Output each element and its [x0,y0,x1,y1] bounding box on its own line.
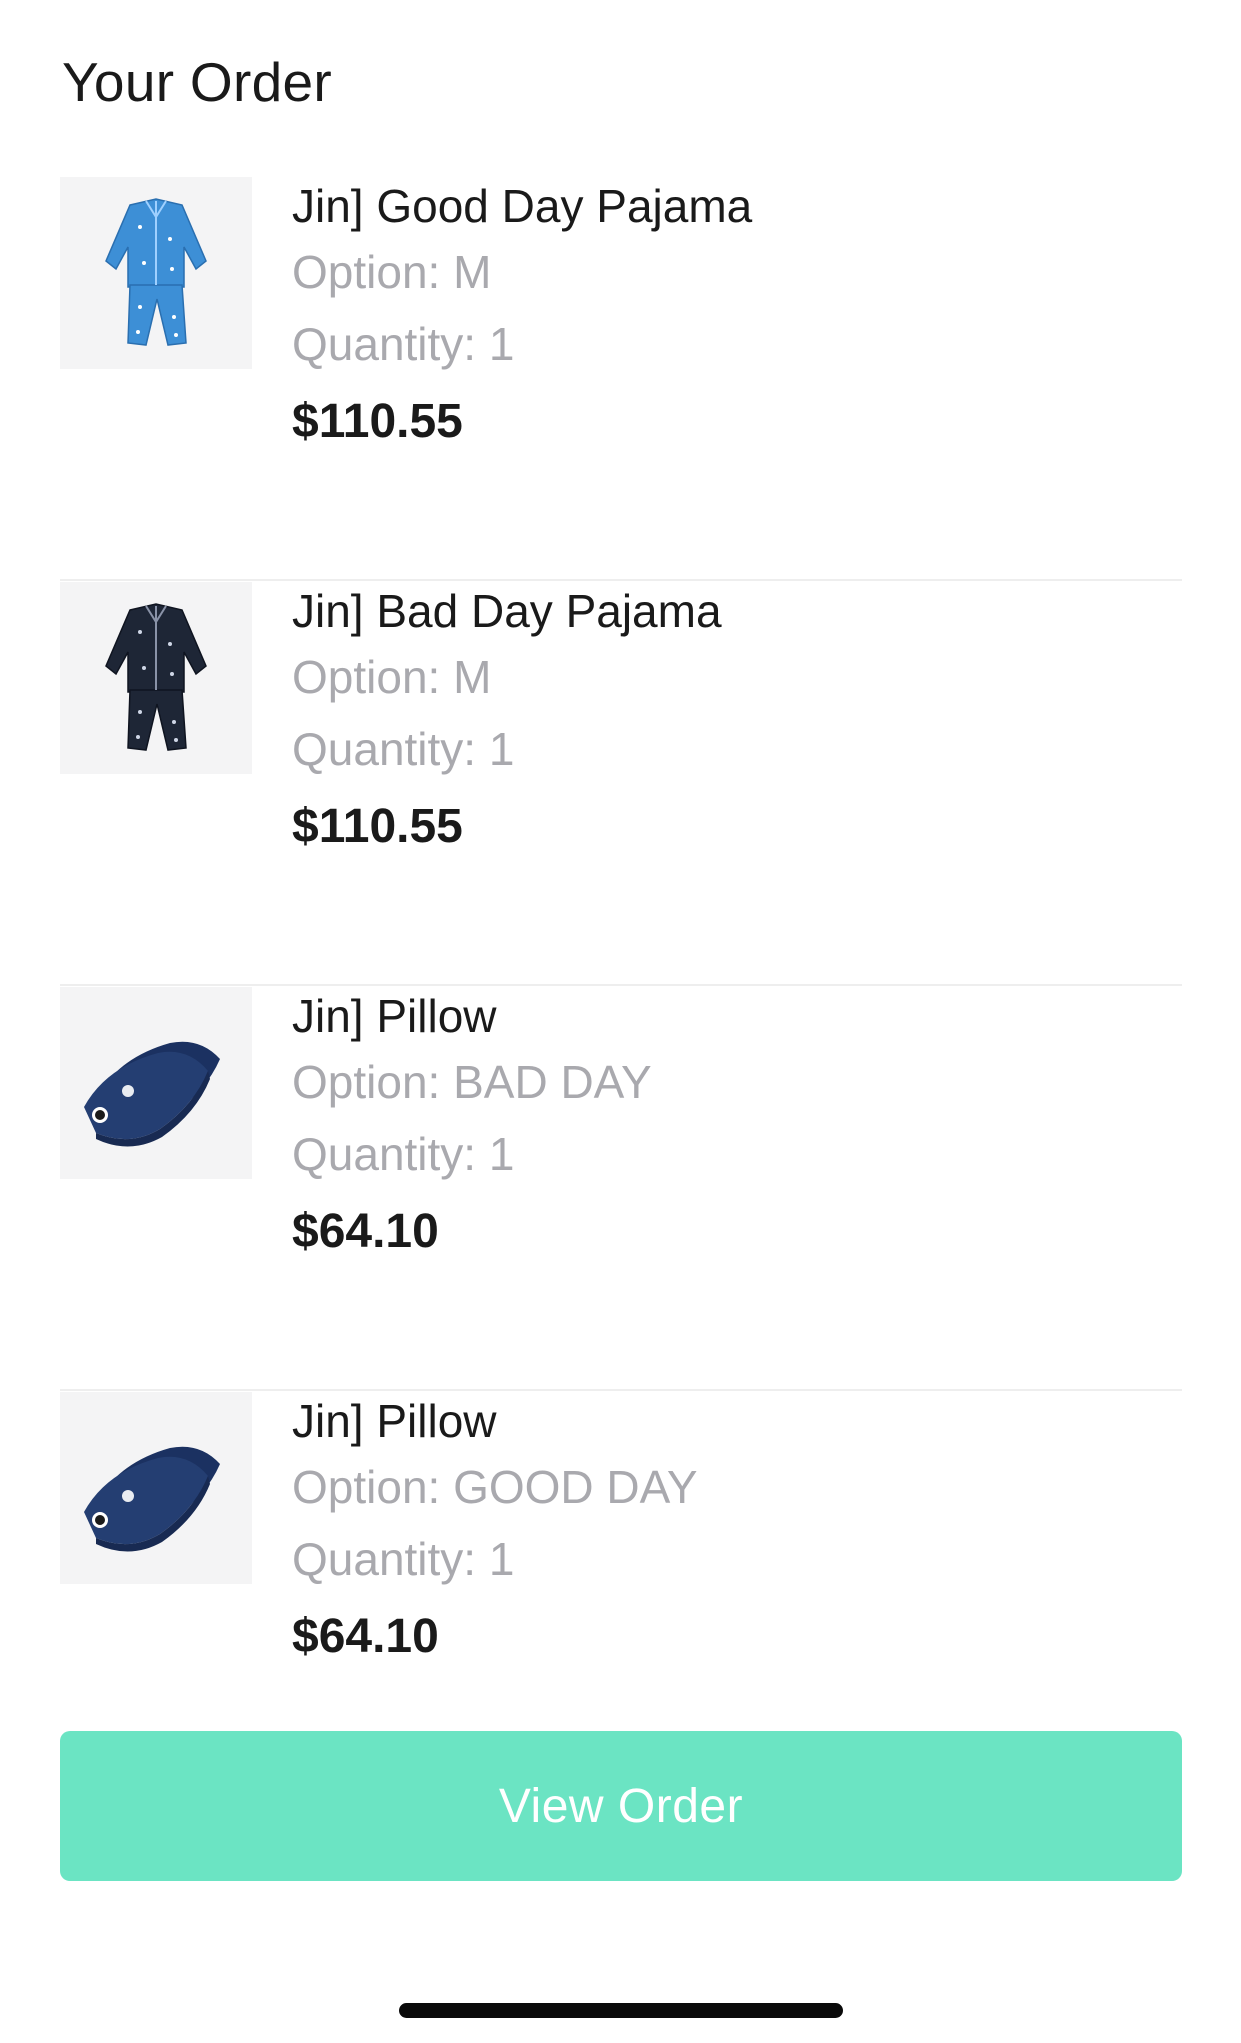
item-details: Jin] Pillow Option: GOOD DAY Quantity: 1… [292,1391,698,1667]
pillow-icon [84,1446,220,1552]
item-name[interactable]: Jin] Pillow [292,1391,698,1451]
product-image[interactable] [60,582,252,774]
item-name[interactable]: Jin] Good Day Pajama [292,176,752,236]
order-item[interactable]: Jin] Bad Day Pajama Option: M Quantity: … [60,581,1182,986]
view-order-button[interactable]: View Order [60,1731,1182,1881]
item-price: $64.10 [292,1205,439,1258]
item-option: Option: M [292,651,492,703]
item-details: Jin] Good Day Pajama Option: M Quantity:… [292,176,752,452]
page-title: Your Order [62,51,332,113]
navy-pajama-icon [105,603,207,751]
order-item[interactable]: Jin] Good Day Pajama Option: M Quantity:… [60,176,1182,581]
item-price: $110.55 [292,395,463,448]
item-name[interactable]: Jin] Bad Day Pajama [292,581,722,641]
item-details: Jin] Bad Day Pajama Option: M Quantity: … [292,581,722,857]
product-image[interactable] [60,1392,252,1584]
pillow-icon [84,1041,220,1147]
item-price: $110.55 [292,800,463,853]
item-option: Option: BAD DAY [292,1056,652,1108]
item-option: Option: M [292,246,492,298]
item-price: $64.10 [292,1610,439,1663]
item-quantity: Quantity: 1 [292,1128,515,1180]
item-quantity: Quantity: 1 [292,723,515,775]
product-image[interactable] [60,177,252,369]
item-quantity: Quantity: 1 [292,1533,515,1585]
item-option: Option: GOOD DAY [292,1461,698,1513]
blue-pajama-icon [105,198,207,346]
item-name[interactable]: Jin] Pillow [292,986,652,1046]
home-indicator[interactable] [399,2003,843,2018]
item-details: Jin] Pillow Option: BAD DAY Quantity: 1 … [292,986,652,1262]
order-list: Jin] Good Day Pajama Option: M Quantity:… [60,176,1182,1796]
item-quantity: Quantity: 1 [292,318,515,370]
product-image[interactable] [60,987,252,1179]
order-item[interactable]: Jin] Pillow Option: BAD DAY Quantity: 1 … [60,986,1182,1391]
